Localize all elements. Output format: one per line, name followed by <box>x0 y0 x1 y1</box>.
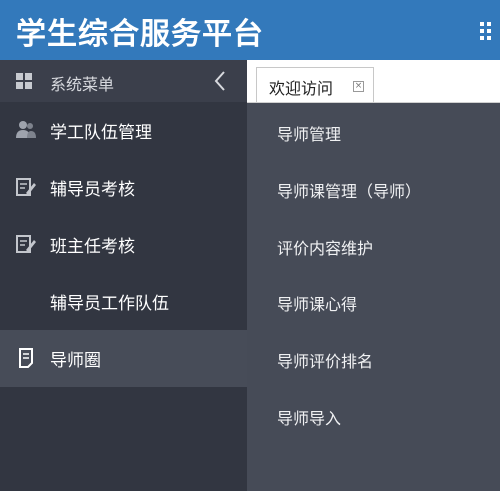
collapse-chevron-icon[interactable] <box>210 69 230 93</box>
sidebar-item-label: 辅导员考核 <box>50 180 135 200</box>
sidebar-item-counselor-team[interactable]: 辅导员工作队伍 <box>0 273 247 330</box>
apps-grid-icon[interactable] <box>480 22 500 40</box>
app-title: 学生综合服务平台 <box>16 17 264 52</box>
submenu-item-mentor-import[interactable]: 导师导入 <box>277 405 341 429</box>
menu-header: 系统菜单 <box>0 60 247 102</box>
document-icon <box>15 347 37 369</box>
app-header: 学生综合服务平台 <box>0 0 500 60</box>
edit-icon <box>15 233 37 255</box>
tab-welcome[interactable]: 欢迎访问 × <box>256 67 374 102</box>
submenu-item-mentor-management[interactable]: 导师管理 <box>277 121 341 145</box>
tab-bar: 欢迎访问 × <box>247 60 500 103</box>
submenu-item-evaluation-ranking[interactable]: 导师评价排名 <box>277 348 373 372</box>
submenu-item-evaluation-content[interactable]: 评价内容维护 <box>277 235 373 259</box>
close-icon[interactable]: × <box>353 81 364 92</box>
content-panel: 欢迎访问 × 导师管理 导师课管理（导师） 评价内容维护 导师课心得 导师评价排… <box>247 60 500 491</box>
sidebar-item-headteacher-assessment[interactable]: 班主任考核 <box>0 216 247 273</box>
tab-label: 欢迎访问 <box>269 79 334 98</box>
sidebar-item-label: 辅导员工作队伍 <box>50 294 169 314</box>
sidebar-item-label: 学工队伍管理 <box>50 123 152 143</box>
users-icon <box>15 119 37 141</box>
submenu-item-mentor-course-management[interactable]: 导师课管理（导师） <box>277 178 421 202</box>
menu-title: 系统菜单 <box>50 75 115 94</box>
sidebar-item-label: 导师圈 <box>50 351 101 371</box>
sidebar-item-counselor-assessment[interactable]: 辅导员考核 <box>0 159 247 216</box>
sidebar-item-mentor-circle[interactable]: 导师圈 <box>0 330 247 387</box>
sidebar-item-label: 班主任考核 <box>50 237 135 257</box>
submenu-item-course-reflections[interactable]: 导师课心得 <box>277 291 357 315</box>
edit-icon <box>15 176 37 198</box>
sidebar: 系统菜单 学工队伍管理 辅导员考核 班主任考核 辅导员工作队伍 导师圈 <box>0 60 247 491</box>
sidebar-item-staff-management[interactable]: 学工队伍管理 <box>0 102 247 159</box>
grid-icon <box>16 73 32 89</box>
